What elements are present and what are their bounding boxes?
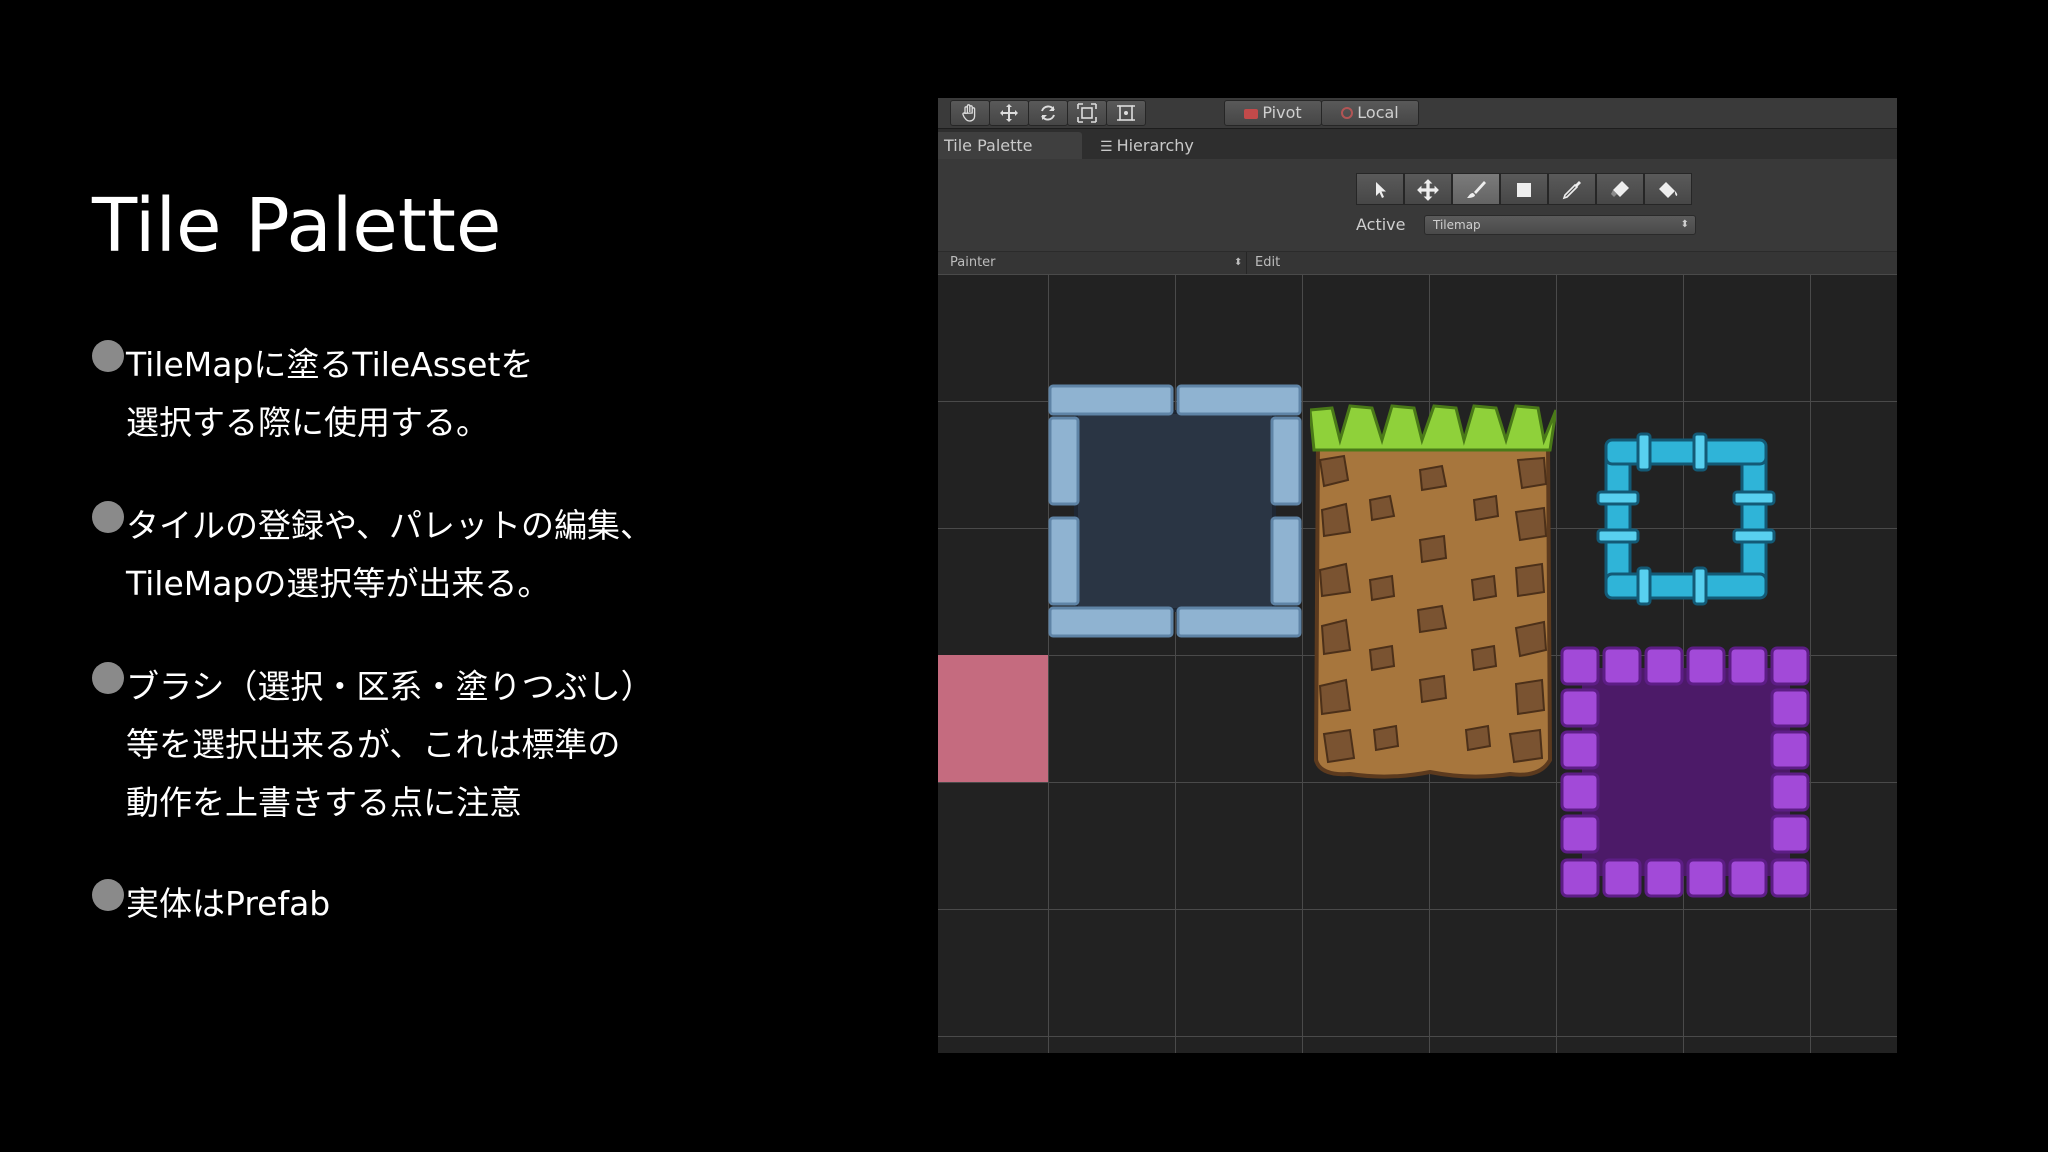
dropdown-arrows-icon: ⬍ xyxy=(1234,257,1243,268)
local-icon xyxy=(1341,107,1354,119)
tab-hierarchy[interactable]: ☰ Hierarchy xyxy=(1094,132,1240,159)
bullet-dot-icon xyxy=(92,501,124,533)
move-tool-button-palette[interactable] xyxy=(1404,173,1452,205)
dropdown-arrows-icon: ⬍ xyxy=(1680,219,1689,230)
scene-toolbar: Pivot Local xyxy=(938,98,1897,129)
picker-tool-button[interactable] xyxy=(1548,173,1596,205)
brush-tool-button[interactable] xyxy=(1452,173,1500,205)
hand-icon xyxy=(962,104,976,122)
rotate-tool-button[interactable] xyxy=(1028,100,1068,126)
slide-title: Tile Palette xyxy=(92,183,502,269)
edit-button[interactable]: Edit xyxy=(1255,252,1280,274)
tab-tile-palette[interactable]: Tile Palette xyxy=(938,132,1082,159)
select-tool-button[interactable] xyxy=(1356,173,1404,205)
scale-tool-button[interactable] xyxy=(1067,100,1107,126)
pivot-icon xyxy=(1244,109,1259,119)
tool-panel: Active Tilemap ⬍ xyxy=(938,159,1897,251)
divider xyxy=(1246,252,1247,274)
cursor-icon xyxy=(1376,182,1386,198)
eraser-icon xyxy=(1611,181,1629,197)
local-toggle[interactable]: Local xyxy=(1321,100,1419,126)
palette-tools xyxy=(1356,173,1696,205)
bullet-dot-icon xyxy=(92,879,124,911)
blue-stone-frame-tile[interactable] xyxy=(1048,384,1302,638)
bullet-text: ブラシ（選択・区系・塗りつぶし） 等を選択出来るが、これは標準の 動作を上書きす… xyxy=(126,667,654,822)
bullet-dot-icon xyxy=(92,340,124,372)
paint-bucket-icon xyxy=(1659,182,1678,198)
rect-tool-button[interactable] xyxy=(1106,100,1146,126)
hand-tool-button[interactable] xyxy=(950,100,990,126)
eraser-tool-button[interactable] xyxy=(1596,173,1644,205)
move-tool-button[interactable] xyxy=(989,100,1029,126)
eyedropper-icon xyxy=(1562,181,1581,200)
tile-palette-window: Pivot Local Tile Palette ☰ Hierarchy Act… xyxy=(938,98,1897,1053)
active-tilemap-dropdown[interactable]: Tilemap ⬍ xyxy=(1424,215,1696,235)
grass-dirt-column-tile[interactable] xyxy=(1310,400,1556,780)
box-fill-icon xyxy=(1517,183,1531,197)
tab-bar: Tile Palette ☰ Hierarchy xyxy=(938,129,1897,159)
list-icon: ☰ xyxy=(1100,139,1113,155)
active-target-label: Active xyxy=(1356,215,1406,234)
bullet-dot-icon xyxy=(92,662,124,694)
move-arrows-icon xyxy=(1417,179,1439,201)
local-label: Local xyxy=(1357,103,1399,122)
active-tilemap-value: Tilemap xyxy=(1433,218,1481,232)
pink-color-tile[interactable] xyxy=(938,655,1048,782)
box-fill-tool-button[interactable] xyxy=(1500,173,1548,205)
rect-transform-icon xyxy=(1117,105,1135,121)
fill-tool-button[interactable] xyxy=(1644,173,1692,205)
bullet-text: タイルの登録や、パレットの編集、 TileMapの選択等が出来る。 xyxy=(126,506,654,603)
move-arrows-icon xyxy=(1000,104,1018,122)
rotate-icon xyxy=(1041,105,1055,121)
brush-icon xyxy=(1467,181,1486,198)
palette-grid[interactable] xyxy=(938,274,1897,1053)
scale-icon xyxy=(1077,103,1097,123)
blue-pipes-tile[interactable] xyxy=(1592,426,1776,612)
palette-bar: Painter ⬍ Edit xyxy=(938,251,1897,275)
palette-dropdown[interactable]: Painter xyxy=(950,252,996,274)
purple-block-frame-tile[interactable] xyxy=(1558,644,1814,900)
bullet-text: TileMapに塗るTileAssetを 選択する際に使用する。 xyxy=(126,345,534,442)
pivot-toggle[interactable]: Pivot xyxy=(1224,100,1322,126)
tab-hierarchy-label: Hierarchy xyxy=(1116,136,1194,155)
bullet-text: 実体はPrefab xyxy=(126,884,331,923)
pivot-label: Pivot xyxy=(1262,103,1302,122)
